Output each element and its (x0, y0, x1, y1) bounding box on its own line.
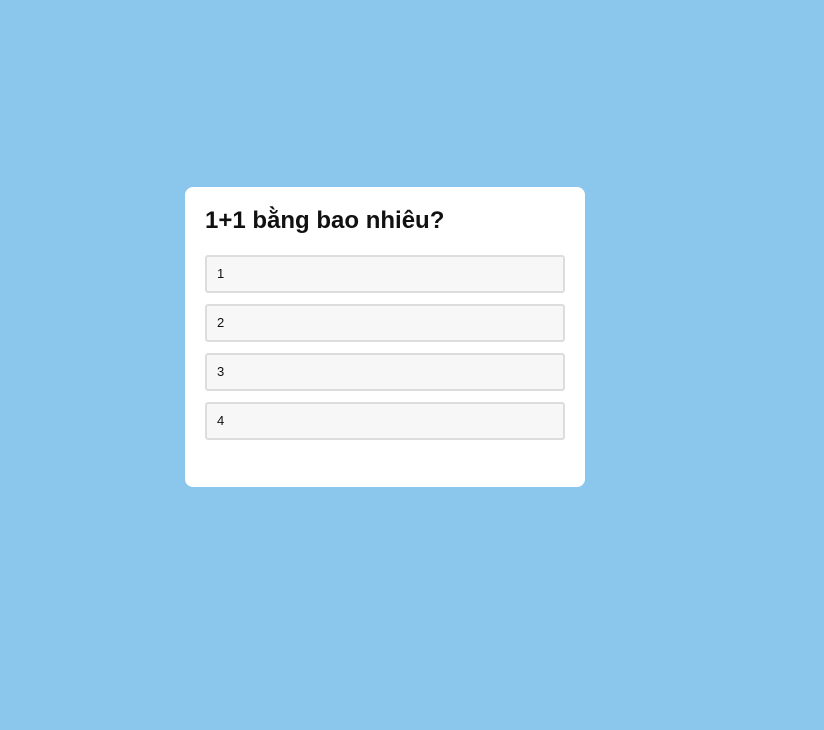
question-title: 1+1 bằng bao nhiêu? (205, 207, 445, 234)
answer-option-4[interactable]: 4 (205, 402, 565, 440)
quiz-card: 1+1 bằng bao nhiêu? 1 2 3 4 (185, 187, 585, 487)
answer-list: 1 2 3 4 (205, 255, 565, 440)
answer-option-2[interactable]: 2 (205, 304, 565, 342)
answer-option-3[interactable]: 3 (205, 353, 565, 391)
answer-option-1[interactable]: 1 (205, 255, 565, 293)
